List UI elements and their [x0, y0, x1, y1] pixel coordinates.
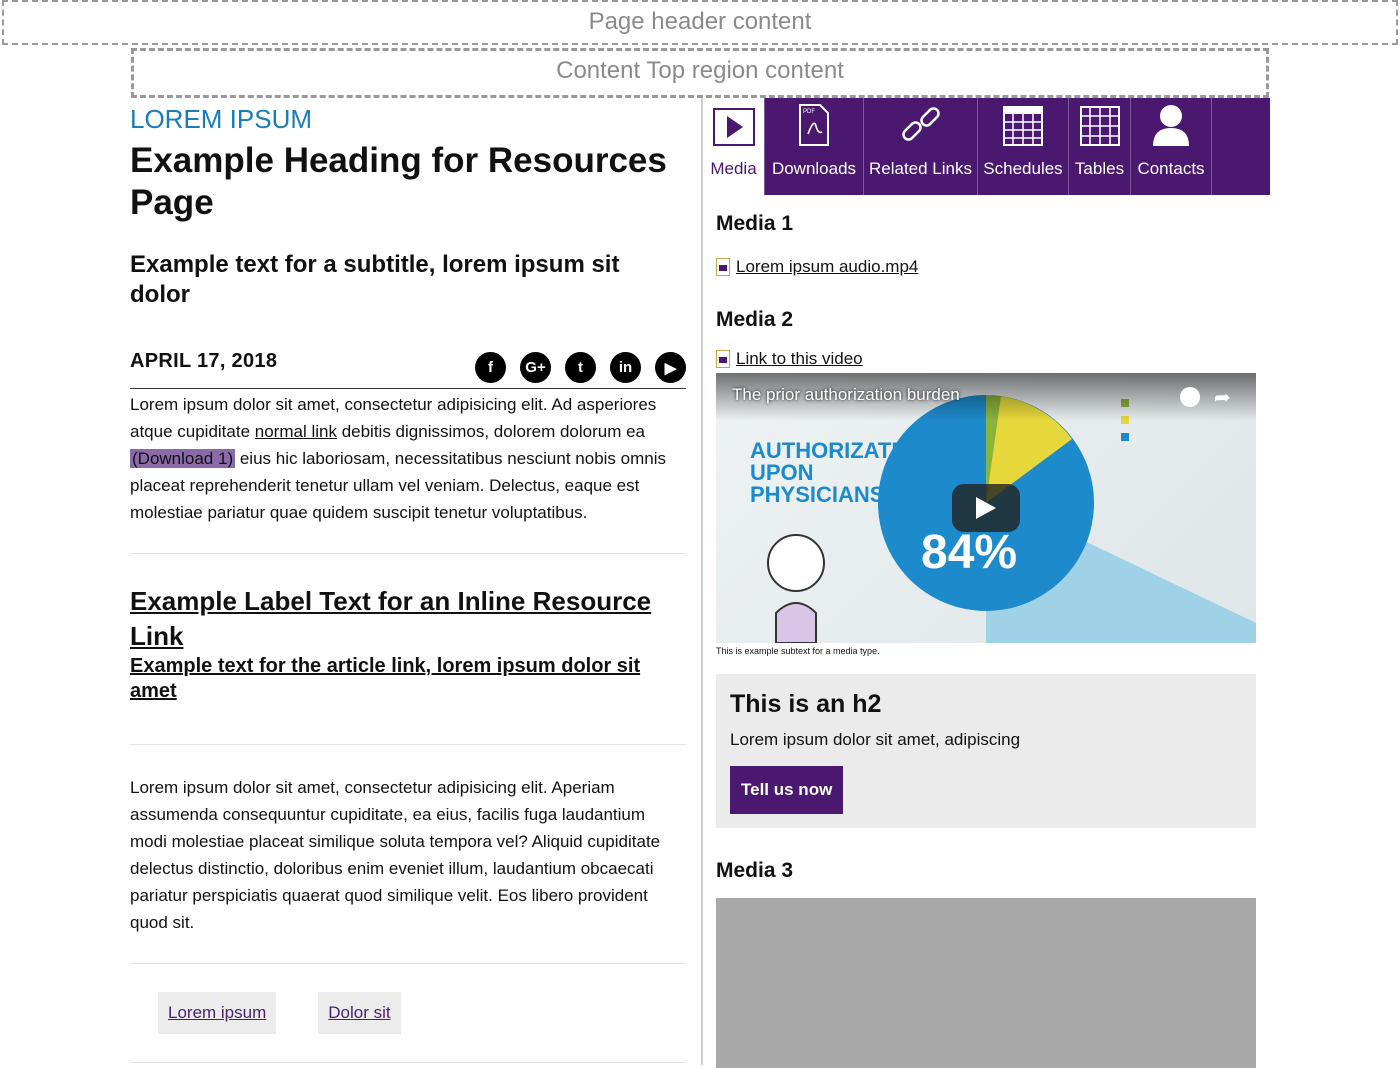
main-content: LOREM IPSUM Example Heading for Resource… — [130, 100, 686, 1063]
watch-later-icon[interactable] — [1180, 387, 1200, 407]
media-3-placeholder[interactable] — [716, 898, 1256, 1068]
video-file-icon — [716, 350, 730, 368]
person-icon — [1151, 104, 1191, 151]
media-2-row: Link to this video — [716, 349, 1256, 369]
audio-file-icon — [716, 258, 730, 276]
cta-heading: This is an h2 — [730, 690, 882, 718]
video-player[interactable]: 84% AUTHORIZATION UPON PHYSICIANS The pr… — [716, 373, 1256, 643]
video-caption: This is example subtext for a media type… — [716, 646, 880, 656]
svg-text:PHYSICIANS: PHYSICIANS — [750, 482, 884, 507]
publish-date: APRIL 17, 2018 — [130, 350, 278, 372]
media-panel: Media 1 Lorem ipsum audio.mp4 Media 2 Li… — [716, 195, 1256, 1068]
tab-label: Contacts — [1137, 159, 1205, 178]
share-icon[interactable]: ➦ — [1214, 385, 1231, 410]
tab-label: Related Links — [868, 159, 972, 178]
youtube-icon[interactable]: ▶ — [655, 352, 686, 383]
tab-related-links[interactable]: Related Links — [864, 98, 978, 195]
normal-link[interactable]: normal link — [255, 422, 337, 441]
tab-media[interactable]: Media — [703, 98, 765, 195]
twitter-icon[interactable]: t — [565, 352, 596, 383]
tag-lorem-ipsum[interactable]: Lorem ipsum — [158, 992, 277, 1034]
resource-tabs: Media PDF Downloads Related Links Schedu… — [703, 98, 1270, 195]
play-icon — [712, 108, 755, 151]
body-paragraph: Lorem ipsum dolor sit amet, consectetur … — [130, 778, 661, 932]
divider — [130, 744, 686, 745]
tab-tables[interactable]: Tables — [1069, 98, 1131, 195]
tab-schedules[interactable]: Schedules — [978, 98, 1069, 195]
tab-label: Media — [710, 159, 757, 178]
paragraph-text: debitis dignissimos, dolorem dolorum ea — [336, 422, 646, 441]
tag-list: Lorem ipsum Dolor sit — [130, 964, 686, 1062]
video-title[interactable]: The prior authorization burden — [732, 385, 960, 405]
intro-paragraph: Lorem ipsum dolor sit amet, consectetur … — [130, 391, 686, 526]
tab-contacts[interactable]: Contacts — [1131, 98, 1212, 195]
video-link[interactable]: Link to this video — [736, 349, 863, 369]
google-plus-icon[interactable]: G+ — [520, 352, 551, 383]
inline-resource: Example Label Text for an Inline Resourc… — [130, 554, 686, 744]
inline-resource-text-link[interactable]: Example text for the article link, lorem… — [130, 654, 686, 704]
divider — [130, 1062, 686, 1063]
media-1-row: Lorem ipsum audio.mp4 — [716, 257, 1256, 277]
link-icon — [899, 104, 943, 151]
tab-downloads[interactable]: PDF Downloads — [765, 98, 864, 195]
cta-box: This is an h2 Lorem ipsum dolor sit amet… — [716, 674, 1256, 828]
date-share-row: APRIL 17, 2018 f G+ t in ▶ — [130, 350, 686, 389]
media-1-heading: Media 1 — [716, 212, 794, 235]
calendar-grid-icon — [1003, 106, 1043, 151]
table-grid-icon — [1079, 106, 1120, 151]
eyebrow-label: LOREM IPSUM — [130, 104, 313, 134]
pdf-icon: PDF — [798, 104, 830, 151]
svg-text:PDF: PDF — [803, 109, 815, 115]
column-divider — [701, 98, 703, 1065]
play-icon — [976, 497, 996, 519]
audio-link[interactable]: Lorem ipsum audio.mp4 — [736, 257, 918, 277]
video-play-button[interactable] — [952, 484, 1020, 532]
facebook-icon[interactable]: f — [475, 352, 506, 383]
linkedin-icon[interactable]: in — [610, 352, 641, 383]
inline-resource-label-link[interactable]: Example Label Text for an Inline Resourc… — [130, 584, 686, 654]
tab-label: Downloads — [771, 159, 857, 178]
cta-text: Lorem ipsum dolor sit amet, adipiscing — [730, 730, 1021, 749]
page-title: Example Heading for Resources Page — [130, 141, 667, 222]
media-2-heading: Media 2 — [716, 308, 794, 331]
social-share-bar: f G+ t in ▶ — [475, 352, 686, 383]
tell-us-now-button[interactable]: Tell us now — [730, 766, 844, 814]
page-header-region: Page header content — [2, 0, 1398, 45]
svg-text:84%: 84% — [921, 526, 1017, 579]
media-3-heading: Media 3 — [716, 859, 794, 882]
tab-label: Schedules — [983, 159, 1063, 178]
tab-label: Tables — [1074, 159, 1125, 178]
download-link[interactable]: (Download 1) — [130, 449, 236, 468]
tag-dolor-sit[interactable]: Dolor sit — [318, 992, 401, 1034]
page-subtitle: Example text for a subtitle, lorem ipsum… — [130, 251, 620, 308]
content-top-region: Content Top region content — [131, 48, 1269, 98]
